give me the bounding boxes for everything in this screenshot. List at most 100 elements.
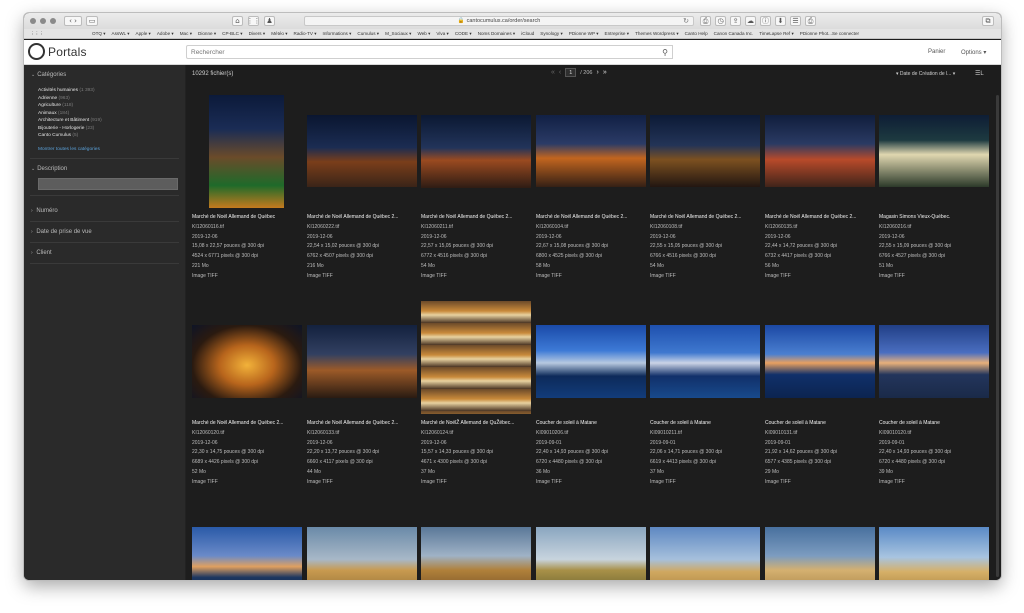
- asset-thumbnail[interactable]: [536, 301, 646, 414]
- asset-thumbnail[interactable]: [307, 301, 417, 414]
- asset-thumbnail[interactable]: [650, 507, 760, 580]
- search-input[interactable]: [186, 45, 672, 59]
- client-section-toggle[interactable]: › Client: [24, 247, 185, 259]
- asset-thumbnail[interactable]: [192, 95, 302, 208]
- bookmark-item[interactable]: TimeLapse Ref ▾: [759, 31, 794, 37]
- asset-thumbnail[interactable]: [192, 507, 302, 580]
- prev-page-icon[interactable]: ‹: [559, 69, 561, 76]
- home-icon[interactable]: ⌂: [232, 16, 243, 26]
- asset-thumbnail[interactable]: [765, 507, 875, 580]
- asset-thumbnail[interactable]: [879, 507, 989, 580]
- asset-card[interactable]: [536, 507, 646, 580]
- asset-thumbnail[interactable]: [307, 507, 417, 580]
- bookmark-item[interactable]: Themes Wordpress ▾: [635, 31, 679, 37]
- bookmark-item[interactable]: Météo ▾: [271, 31, 287, 37]
- asset-thumbnail[interactable]: [650, 301, 760, 414]
- bookmark-item[interactable]: Mac ▾: [180, 31, 192, 37]
- asset-thumbnail[interactable]: [536, 507, 646, 580]
- asset-thumbnail[interactable]: [879, 301, 989, 414]
- print-icon[interactable]: ⎙: [805, 16, 816, 26]
- bookmark-item[interactable]: Apple ▾: [136, 31, 151, 37]
- description-field[interactable]: [38, 177, 178, 190]
- first-page-icon[interactable]: «: [551, 69, 555, 76]
- share-icon[interactable]: ⎙: [700, 16, 711, 26]
- bookmark-item[interactable]: Adobe ▾: [157, 31, 174, 37]
- minimize-window-icon[interactable]: [40, 18, 46, 24]
- category-item[interactable]: Activités humaines (1 393): [24, 87, 185, 95]
- bookmark-item[interactable]: Radio-TV ▾: [294, 31, 317, 37]
- bookmark-item[interactable]: AssWL ▾: [112, 31, 130, 37]
- cart-link[interactable]: Panier: [928, 49, 945, 55]
- asset-card[interactable]: Marché de Noël Allemand de Québec 2... KI…: [307, 301, 417, 488]
- cloud-icon[interactable]: ☁: [745, 16, 756, 26]
- bookmark-item[interactable]: Canon Canada Inc.: [714, 31, 754, 36]
- asset-card[interactable]: [650, 507, 760, 580]
- bookmark-item[interactable]: Noms Domaines ▾: [478, 31, 516, 37]
- asset-card[interactable]: [307, 507, 417, 580]
- bookmark-item[interactable]: M_Sociaux ▾: [385, 31, 411, 37]
- reader-icon[interactable]: ☰: [790, 16, 801, 26]
- asset-card[interactable]: Coucher de soleil à Matane KI09010120.tif…: [879, 301, 989, 488]
- bookmark-item[interactable]: Web ▾: [417, 31, 430, 37]
- asset-thumbnail[interactable]: [421, 301, 531, 414]
- asset-thumbnail[interactable]: [421, 507, 531, 580]
- asset-card[interactable]: Marché de Noël Allemand de Québec 2... KI…: [192, 301, 302, 488]
- category-item[interactable]: Adrienne (963): [24, 95, 185, 103]
- sort-dropdown[interactable]: ▾ Date de Création de l... ▾: [896, 71, 955, 77]
- categories-section-toggle[interactable]: ⌄ Catégories: [24, 69, 185, 81]
- category-item[interactable]: Agriculture (118): [24, 102, 185, 110]
- bookmark-item[interactable]: Informations ▾: [323, 31, 352, 37]
- category-item[interactable]: Architecture et Bâtiment (919): [24, 117, 185, 125]
- show-all-categories-link[interactable]: Montrer toutes les catégories: [24, 145, 185, 154]
- scrollbar[interactable]: [996, 95, 999, 577]
- asset-thumbnail[interactable]: [650, 95, 760, 208]
- tabs-overview-icon[interactable]: ⧉: [982, 16, 994, 26]
- asset-card[interactable]: Coucher de soleil à Matane KI09010211.tif…: [650, 301, 760, 488]
- bookmark-item[interactable]: Entreprise ▾: [605, 31, 630, 37]
- bookmark-item[interactable]: Divers ▾: [249, 31, 266, 37]
- asset-card[interactable]: [879, 507, 989, 580]
- asset-card[interactable]: [765, 507, 875, 580]
- asset-thumbnail[interactable]: [879, 95, 989, 208]
- asset-card[interactable]: [192, 507, 302, 580]
- description-section-toggle[interactable]: ⌄ Description: [24, 163, 185, 175]
- bookmark-item[interactable]: CP-BLC ▾: [222, 31, 242, 37]
- asset-card[interactable]: Coucher de soleil à Matane KI09010131.tif…: [765, 301, 875, 488]
- asset-card[interactable]: Marché de Noël Allemand de Québec 2... KI…: [536, 95, 646, 282]
- options-menu[interactable]: Options ▾: [961, 49, 986, 56]
- page-number-input[interactable]: 1: [565, 68, 577, 77]
- close-window-icon[interactable]: [30, 18, 36, 24]
- asset-thumbnail[interactable]: [536, 95, 646, 208]
- category-item[interactable]: Canto Cumulus (5): [24, 132, 185, 140]
- asset-card[interactable]: Magasin Simons Vieux-Québec. KI12060216.t…: [879, 95, 989, 282]
- zoom-window-icon[interactable]: [50, 18, 56, 24]
- bookmark-item[interactable]: Dionne ▾: [198, 31, 216, 37]
- bookmark-item[interactable]: PDionne WP ▾: [569, 31, 599, 37]
- history-icon[interactable]: ◷: [715, 16, 726, 26]
- asset-card[interactable]: Marché de Noël Allemand de Québec 2... KI…: [650, 95, 760, 282]
- back-forward-button[interactable]: ‹ ›: [64, 16, 82, 26]
- upload-icon[interactable]: ⇪: [730, 16, 741, 26]
- bookmark-item[interactable]: Viva ▾: [436, 31, 448, 37]
- address-bar[interactable]: 🔒 cantocumulus.ca/order/search ↻: [304, 16, 694, 26]
- asset-card[interactable]: [421, 507, 531, 580]
- bookmark-item[interactable]: Canto Help: [685, 31, 708, 36]
- asset-card[interactable]: Marché de Noël Allemand de Québec KI12060…: [192, 95, 302, 282]
- bookmark-item[interactable]: OTQ ▾: [92, 31, 106, 37]
- info-icon[interactable]: ⓘ: [760, 16, 771, 26]
- asset-card[interactable]: Marché de Noël Allemand de Québec 2... KI…: [307, 95, 417, 282]
- numero-section-toggle[interactable]: › Numéro: [24, 205, 185, 217]
- category-item[interactable]: Bijouterie - Horlogerie (23): [24, 125, 185, 133]
- window-controls[interactable]: [30, 18, 56, 24]
- reload-icon[interactable]: ↻: [683, 17, 689, 25]
- list-view-icon[interactable]: ☰L: [975, 70, 984, 77]
- next-page-icon[interactable]: ›: [596, 69, 598, 76]
- bookmarks-grid-icon[interactable]: ⋮⋮⋮: [30, 31, 44, 37]
- bookmark-item[interactable]: CODE ▾: [455, 31, 472, 37]
- asset-card[interactable]: Marché de NoëlŽ Allemand de QuŽébec... KI…: [421, 301, 531, 488]
- date-section-toggle[interactable]: › Date de prise de vue: [24, 226, 185, 238]
- download-icon[interactable]: ⬇: [775, 16, 786, 26]
- asset-thumbnail[interactable]: [421, 95, 531, 208]
- asset-thumbnail[interactable]: [765, 301, 875, 414]
- asset-card[interactable]: Marché de Noël Allemand de Québec 2... KI…: [765, 95, 875, 282]
